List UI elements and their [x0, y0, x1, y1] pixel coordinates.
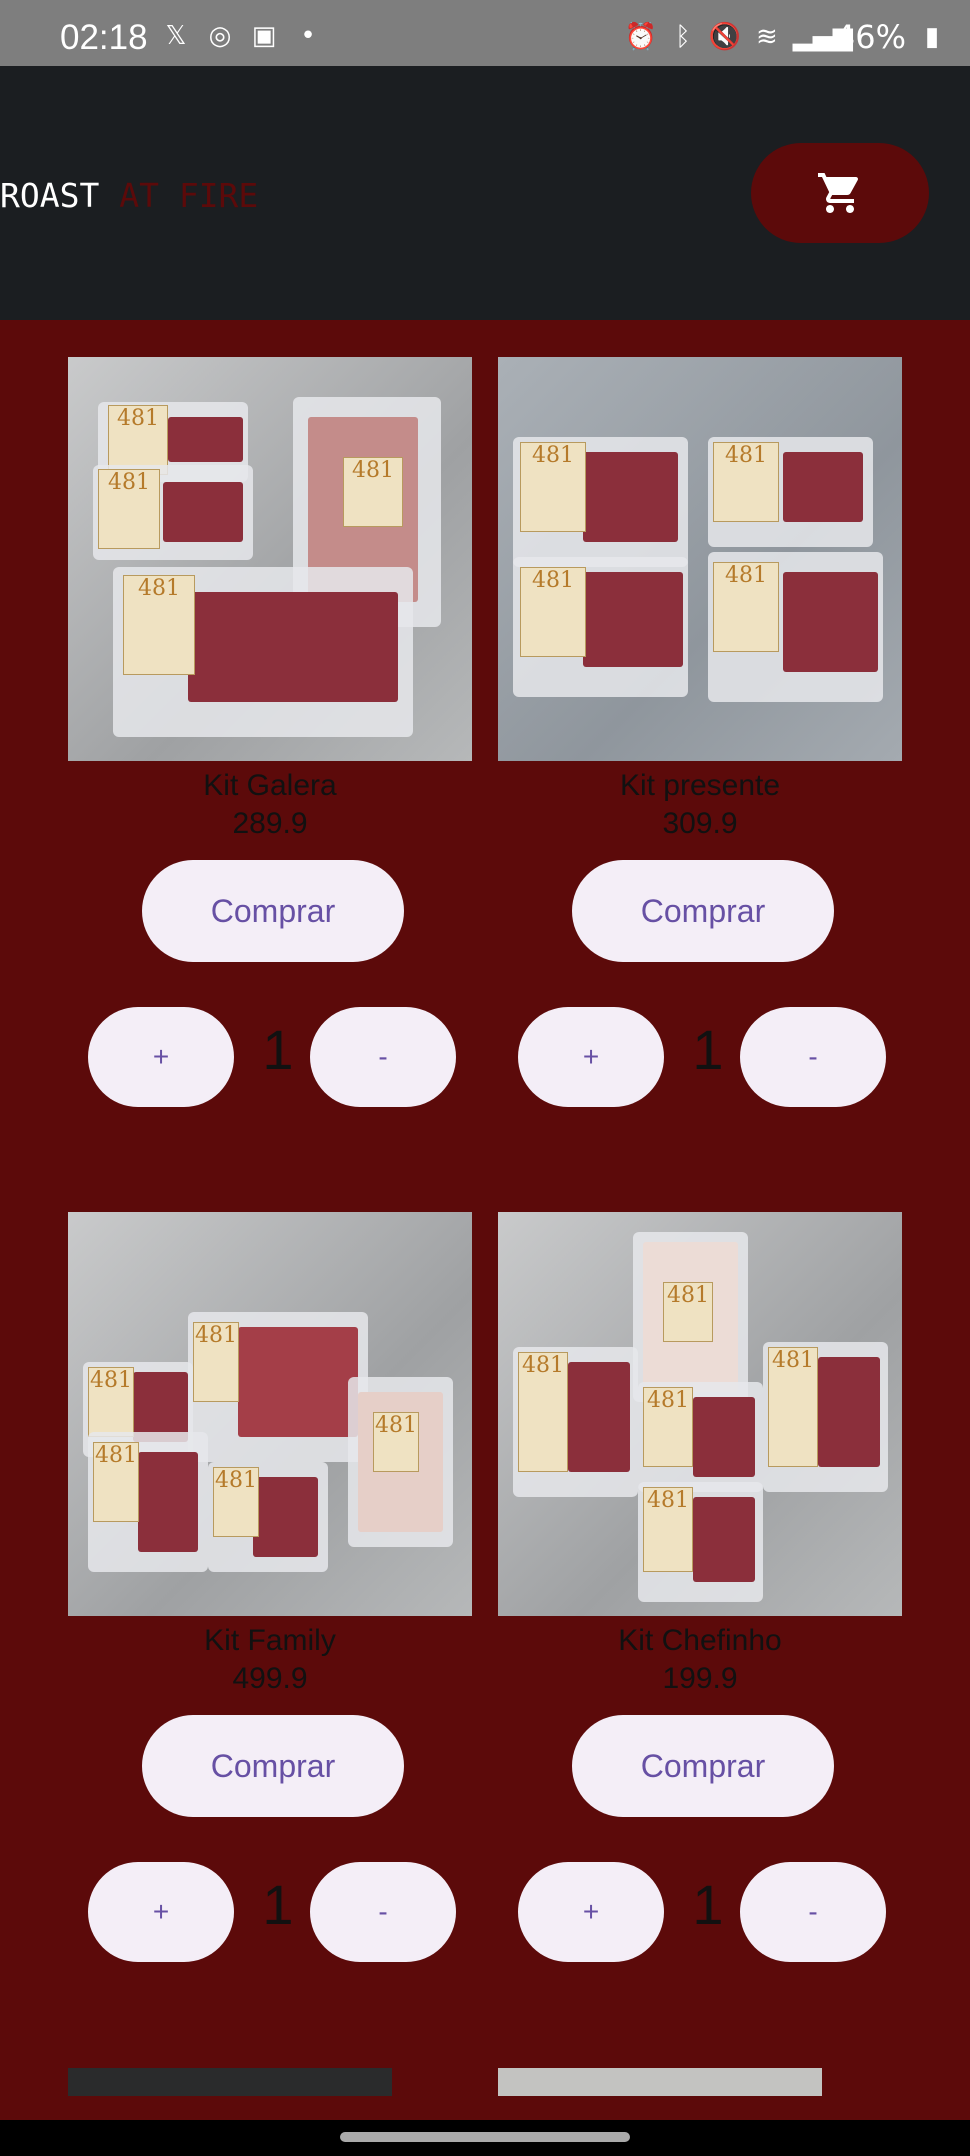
- increase-quantity-button[interactable]: +: [518, 1007, 664, 1107]
- buy-button[interactable]: Comprar: [572, 860, 834, 962]
- product-price: 499.9: [232, 1662, 308, 1695]
- product-name: Kit Galera: [203, 769, 337, 802]
- increase-quantity-button[interactable]: +: [88, 1862, 234, 1962]
- cart-icon: [818, 173, 859, 213]
- x-icon: 𝕏: [165, 21, 187, 51]
- product-image[interactable]: 481 481 481 481 481: [498, 1212, 902, 1616]
- quantity-stepper: + 1 -: [88, 1007, 468, 1109]
- quantity-stepper: + 1 -: [518, 1862, 898, 1964]
- product-image[interactable]: 481 481 481 481: [68, 357, 472, 761]
- buy-button[interactable]: Comprar: [572, 1715, 834, 1817]
- product-card: 481 481 481 481 Kit presente 309.9 Compr…: [498, 357, 902, 1107]
- quantity-value: 1: [692, 1873, 724, 1936]
- product-price: 289.9: [232, 807, 308, 840]
- battery-icon: ▮: [924, 22, 940, 52]
- product-price: 199.9: [662, 1662, 738, 1695]
- product-name: Kit presente: [619, 769, 781, 802]
- image-icon: ▣: [251, 21, 277, 51]
- brand-accent: AT FIRE: [119, 176, 259, 215]
- product-card: 481 481 481 481 481 Kit Family 499.9 Com…: [68, 1212, 472, 1962]
- increase-quantity-button[interactable]: +: [88, 1007, 234, 1107]
- decrease-quantity-button[interactable]: -: [740, 1862, 886, 1962]
- quantity-value: 1: [262, 1873, 294, 1936]
- decrease-quantity-button[interactable]: -: [310, 1862, 456, 1962]
- decrease-quantity-button[interactable]: -: [740, 1007, 886, 1107]
- product-name: Kit Chefinho: [618, 1624, 782, 1657]
- system-nav-bar: [0, 2120, 970, 2156]
- product-image[interactable]: 481 481 481 481: [498, 357, 902, 761]
- product-price: 309.9: [662, 807, 738, 840]
- product-card: 481 481 481 481 Kit Galera 289.9 Comprar…: [68, 357, 472, 1107]
- quantity-value: 1: [692, 1018, 724, 1081]
- quantity-stepper: + 1 -: [518, 1007, 898, 1109]
- product-image-partial[interactable]: [498, 2068, 822, 2096]
- notification-icons: 𝕏 ◎ ▣ •: [160, 20, 324, 52]
- quantity-value: 1: [262, 1018, 294, 1081]
- product-image[interactable]: 481 481 481 481 481: [68, 1212, 472, 1616]
- cart-button[interactable]: [751, 143, 929, 243]
- status-bar: 02:18 𝕏 ◎ ▣ • ⏰ ᛒ 🔇 ≋ ▂▄▆ 46% ▮: [0, 0, 970, 66]
- buy-button[interactable]: Comprar: [142, 860, 404, 962]
- dot-icon: •: [300, 21, 316, 51]
- alarm-icon: ⏰: [624, 22, 658, 52]
- signal-icon: ▂▄▆: [792, 22, 853, 52]
- decrease-quantity-button[interactable]: -: [310, 1007, 456, 1107]
- system-icons: ⏰ ᛒ 🔇 ≋ ▂▄▆ 46% ▮: [625, 18, 948, 56]
- battery-percent: 46%: [834, 18, 906, 56]
- instagram-icon: ◎: [208, 21, 232, 51]
- status-time: 02:18: [60, 18, 148, 57]
- home-gesture-handle[interactable]: [340, 2132, 630, 2142]
- product-name: Kit Family: [204, 1624, 336, 1657]
- product-card: 481 481 481 481 481 Kit Chefinho 199.9 C…: [498, 1212, 902, 1962]
- increase-quantity-button[interactable]: +: [518, 1862, 664, 1962]
- buy-button[interactable]: Comprar: [142, 1715, 404, 1817]
- product-image-partial[interactable]: [68, 2068, 392, 2096]
- wifi-icon: ≋: [755, 22, 778, 52]
- mute-icon: 🔇: [708, 22, 742, 52]
- brand-primary: ROAST: [0, 176, 100, 215]
- quantity-stepper: + 1 -: [88, 1862, 468, 1964]
- brand-logo: ROAST AT FIRE: [0, 176, 258, 215]
- bluetooth-icon: ᛒ: [675, 22, 691, 52]
